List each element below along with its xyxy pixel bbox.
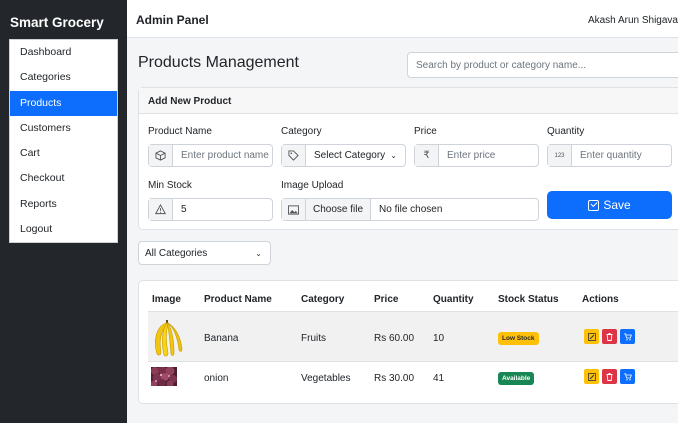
quantity-field[interactable]: 123 Enter quantity: [547, 144, 672, 167]
save-icon: [588, 199, 600, 211]
delete-button[interactable]: [602, 369, 617, 384]
th-name: Product Name: [204, 294, 272, 305]
product-name-placeholder: Enter product name: [181, 150, 269, 161]
filter-value: All Categories: [145, 247, 208, 259]
trash-icon: [606, 372, 613, 381]
topbar-title: Admin Panel: [136, 13, 209, 27]
th-quantity: Quantity: [433, 294, 474, 305]
cell-quantity: 41: [433, 373, 445, 384]
min-stock-label: Min Stock: [148, 180, 192, 191]
choose-file-button[interactable]: Choose file: [306, 199, 372, 220]
min-stock-value: 5: [181, 204, 187, 215]
page-title: Products Management: [138, 54, 299, 71]
cell-category: Vegetables: [301, 373, 351, 384]
numbers-icon: 123: [548, 145, 572, 166]
edit-icon: [587, 372, 596, 381]
edit-icon: [587, 332, 596, 341]
status-badge: Low Stock: [498, 332, 539, 345]
th-status: Stock Status: [498, 294, 559, 305]
sidebar-item-customers[interactable]: Customers: [10, 116, 117, 141]
edit-button[interactable]: [584, 329, 599, 344]
quantity-label: Quantity: [547, 126, 585, 137]
quantity-placeholder: Enter quantity: [580, 150, 642, 161]
sidebar-item-dashboard[interactable]: Dashboard: [10, 40, 117, 65]
chevron-down-icon: ⌄: [255, 248, 262, 258]
cell-price: Rs 60.00: [374, 333, 415, 344]
price-placeholder: Enter price: [447, 150, 496, 161]
category-label: Category: [281, 126, 322, 137]
sidebar-item-cart[interactable]: Cart: [10, 141, 117, 166]
price-field[interactable]: ₹ Enter price: [414, 144, 539, 167]
image-upload-field[interactable]: Choose file No file chosen: [281, 198, 539, 221]
sidebar-item-logout[interactable]: Logout: [10, 217, 117, 242]
card-header: Add New Product: [139, 88, 678, 114]
min-stock-field[interactable]: 5: [148, 198, 273, 221]
cart-icon: [623, 332, 632, 340]
add-to-cart-button[interactable]: [620, 329, 635, 344]
image-icon: [282, 199, 306, 220]
category-value: Select Category: [314, 150, 386, 161]
product-name-field[interactable]: Enter product name: [148, 144, 273, 167]
delete-button[interactable]: [602, 329, 617, 344]
sidebar-item-checkout[interactable]: Checkout: [10, 166, 117, 191]
th-actions: Actions: [582, 294, 619, 305]
th-price: Price: [374, 294, 399, 305]
image-upload-label: Image Upload: [281, 180, 344, 191]
save-label: Save: [603, 198, 631, 212]
status-badge: Available: [498, 372, 535, 385]
cell-name: Banana: [204, 333, 239, 344]
products-table: Image Product Name Category Price Quanti…: [138, 280, 678, 404]
save-button[interactable]: Save: [547, 191, 672, 219]
product-name-label: Product Name: [148, 126, 212, 137]
th-image: Image: [152, 294, 181, 305]
topbar: Admin Panel Akash Arun Shigava: [127, 0, 678, 38]
box-icon: [149, 145, 173, 166]
user-name[interactable]: Akash Arun Shigava: [588, 15, 678, 26]
edit-button[interactable]: [584, 369, 599, 384]
sidebar-nav: Dashboard Categories Products Customers …: [9, 39, 118, 243]
th-category: Category: [301, 294, 345, 305]
cell-category: Fruits: [301, 333, 326, 344]
add-to-cart-button[interactable]: [620, 369, 635, 384]
tag-icon: [282, 145, 306, 166]
sidebar-item-reports[interactable]: Reports: [10, 192, 117, 217]
sidebar-item-categories[interactable]: Categories: [10, 65, 117, 90]
category-select[interactable]: Select Category ⌄: [281, 144, 406, 167]
product-image-onion: [150, 366, 177, 389]
add-product-card: Add New Product Product Name Enter produ…: [138, 87, 678, 230]
chevron-down-icon: ⌄: [390, 151, 397, 160]
sidebar-item-products[interactable]: Products: [10, 90, 117, 116]
cell-name: onion: [204, 373, 229, 384]
category-filter[interactable]: All Categories ⌄: [138, 241, 271, 265]
brand-title: Smart Grocery: [10, 15, 104, 30]
price-label: Price: [414, 126, 437, 137]
cart-icon: [623, 372, 632, 380]
product-image-banana: [150, 317, 184, 360]
cell-price: Rs 30.00: [374, 373, 415, 384]
rupee-icon: ₹: [415, 145, 439, 166]
file-status: No file chosen: [379, 204, 443, 215]
sidebar: Smart Grocery Dashboard Categories Produ…: [0, 0, 127, 423]
trash-icon: [606, 332, 613, 341]
cell-quantity: 10: [433, 333, 445, 344]
warning-icon: [149, 199, 173, 220]
search-input[interactable]: [407, 52, 678, 78]
